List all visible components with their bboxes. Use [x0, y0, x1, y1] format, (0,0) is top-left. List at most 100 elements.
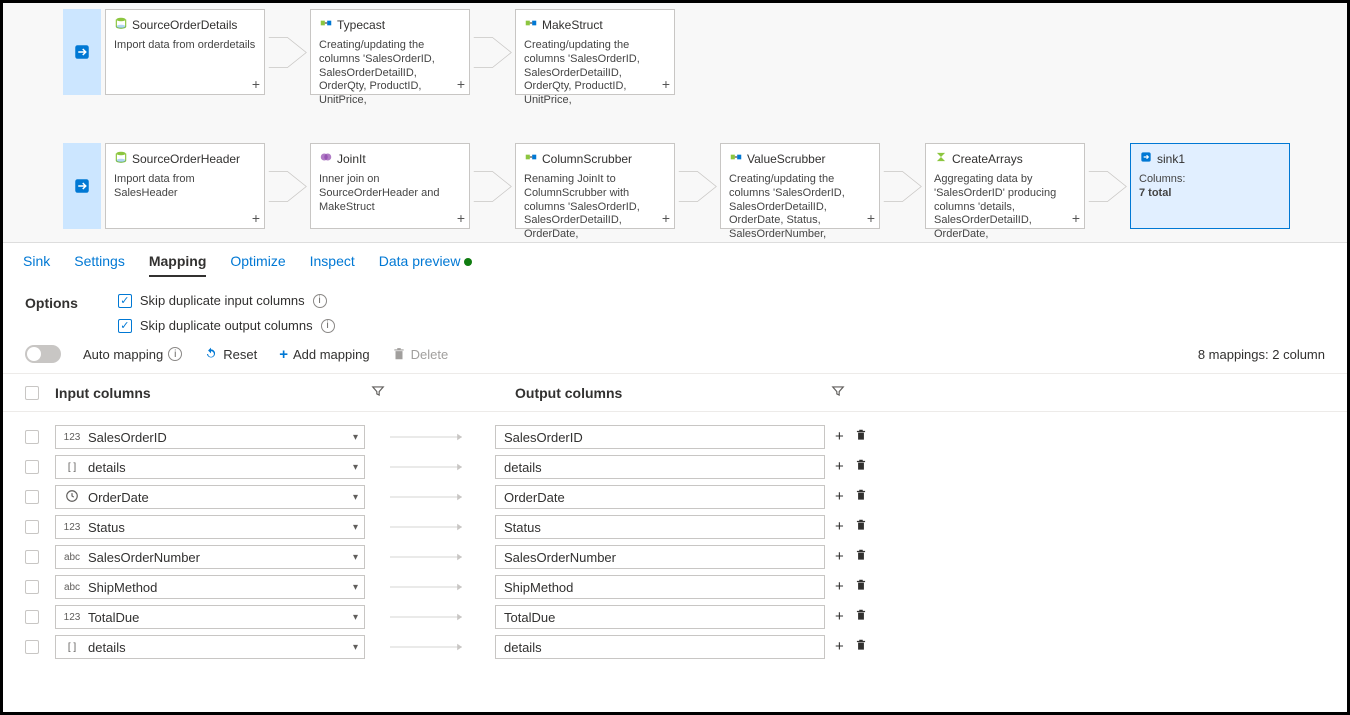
output-column-value: SalesOrderNumber — [504, 550, 616, 565]
output-column-input[interactable]: ShipMethod — [495, 575, 825, 599]
tab-mapping[interactable]: Mapping — [149, 253, 207, 277]
trash-icon — [854, 458, 868, 472]
tab-optimize[interactable]: Optimize — [230, 253, 285, 277]
output-column-input[interactable]: Status — [495, 515, 825, 539]
row-checkbox[interactable] — [25, 580, 39, 594]
tab-sink[interactable]: Sink — [23, 253, 50, 277]
row-checkbox[interactable] — [25, 490, 39, 504]
add-step-button[interactable]: + — [252, 76, 260, 92]
add-step-button[interactable]: + — [1072, 210, 1080, 226]
delete-button[interactable]: Delete — [392, 347, 449, 362]
row-checkbox[interactable] — [25, 520, 39, 534]
flow-node-CreateArrays[interactable]: CreateArraysAggregating data by 'SalesOr… — [925, 143, 1085, 229]
row-checkbox[interactable] — [25, 460, 39, 474]
input-columns-header: Input columns — [55, 385, 151, 401]
input-column-select[interactable]: OrderDate▾ — [55, 485, 365, 509]
delete-row-button[interactable] — [854, 608, 868, 626]
add-row-button[interactable]: + — [835, 638, 844, 656]
flow-connector — [675, 143, 720, 229]
flow-node-Typecast[interactable]: TypecastCreating/updating the columns 'S… — [310, 9, 470, 95]
add-mapping-button[interactable]: + Add mapping — [279, 346, 369, 363]
tab-inspect[interactable]: Inspect — [310, 253, 355, 277]
skip-dup-output-checkbox[interactable]: ✓ Skip duplicate output columns i — [118, 318, 335, 333]
add-step-button[interactable]: + — [662, 76, 670, 92]
node-description: Inner join on SourceOrderHeader and Make… — [319, 173, 461, 214]
output-column-input[interactable]: TotalDue — [495, 605, 825, 629]
output-column-input[interactable]: OrderDate — [495, 485, 825, 509]
add-step-button[interactable]: + — [252, 210, 260, 226]
settings-tabbar: Sink Settings Mapping Optimize Inspect Data p… — [3, 243, 1347, 277]
add-step-button[interactable]: + — [457, 76, 465, 92]
output-column-input[interactable]: SalesOrderNumber — [495, 545, 825, 569]
output-column-value: OrderDate — [504, 490, 565, 505]
input-column-select[interactable]: [ ]details▾ — [55, 455, 365, 479]
info-icon[interactable]: i — [168, 347, 182, 361]
filter-icon[interactable] — [831, 384, 845, 401]
datatype-icon: abc — [62, 582, 82, 593]
add-step-button[interactable]: + — [457, 210, 465, 226]
node-description: Import data from SalesHeader — [114, 173, 256, 201]
mapping-row: 123SalesOrderID▾ SalesOrderID + — [25, 422, 1325, 452]
delete-row-button[interactable] — [854, 428, 868, 446]
input-column-select[interactable]: 123TotalDue▾ — [55, 605, 365, 629]
add-row-button[interactable]: + — [835, 548, 844, 566]
output-column-value: Status — [504, 520, 541, 535]
row-checkbox[interactable] — [25, 430, 39, 444]
select-all-checkbox[interactable] — [25, 386, 39, 400]
tab-data-preview[interactable]: Data preview — [379, 253, 473, 277]
row-checkbox[interactable] — [25, 550, 39, 564]
flow-node-SourceOrderDetails[interactable]: SourceOrderDetailsImport data from order… — [105, 9, 265, 95]
delete-row-button[interactable] — [854, 578, 868, 596]
chevron-down-icon: ▾ — [353, 612, 358, 623]
add-row-button[interactable]: + — [835, 518, 844, 536]
delete-row-button[interactable] — [854, 548, 868, 566]
filter-icon[interactable] — [371, 384, 385, 401]
derive-icon — [729, 150, 743, 167]
chevron-down-icon: ▾ — [353, 462, 358, 473]
auto-mapping-toggle[interactable] — [25, 345, 61, 363]
dataflow-canvas[interactable]: SourceOrderDetailsImport data from order… — [3, 3, 1347, 243]
output-column-input[interactable]: details — [495, 635, 825, 659]
add-row-button[interactable]: + — [835, 428, 844, 446]
flow-node-SourceOrderHeader[interactable]: SourceOrderHeaderImport data from SalesH… — [105, 143, 265, 229]
add-step-button[interactable]: + — [867, 210, 875, 226]
row-checkbox[interactable] — [25, 640, 39, 654]
add-step-button[interactable]: + — [662, 210, 670, 226]
output-column-input[interactable]: SalesOrderID — [495, 425, 825, 449]
delete-row-button[interactable] — [854, 518, 868, 536]
add-row-button[interactable]: + — [835, 458, 844, 476]
flow-node-ValueScrubber[interactable]: ValueScrubberCreating/updating the colum… — [720, 143, 880, 229]
delete-row-button[interactable] — [854, 488, 868, 506]
info-icon[interactable]: i — [313, 294, 327, 308]
mapping-rows: 123SalesOrderID▾ SalesOrderID + [ ]details▾… — [3, 412, 1347, 672]
input-column-select[interactable]: 123SalesOrderID▾ — [55, 425, 365, 449]
skip-dup-input-checkbox[interactable]: ✓ Skip duplicate input columns i — [118, 293, 335, 308]
output-column-input[interactable]: details — [495, 455, 825, 479]
add-row-button[interactable]: + — [835, 578, 844, 596]
delete-row-button[interactable] — [854, 638, 868, 656]
reset-icon — [204, 347, 218, 361]
mapping-arrow — [365, 432, 495, 442]
info-icon[interactable]: i — [321, 319, 335, 333]
tab-settings[interactable]: Settings — [74, 253, 125, 277]
flow-connector — [880, 143, 925, 229]
chevron-down-icon: ▾ — [353, 522, 358, 533]
add-row-button[interactable]: + — [835, 608, 844, 626]
input-column-select[interactable]: [ ]details▾ — [55, 635, 365, 659]
add-row-button[interactable]: + — [835, 488, 844, 506]
flow-node-ColumnScrubber[interactable]: ColumnScrubberRenaming JoinIt to ColumnS… — [515, 143, 675, 229]
flow-node-JoinIt[interactable]: JoinItInner join on SourceOrderHeader an… — [310, 143, 470, 229]
input-column-select[interactable]: 123Status▾ — [55, 515, 365, 539]
input-column-select[interactable]: abcSalesOrderNumber▾ — [55, 545, 365, 569]
mapping-arrow — [365, 462, 495, 472]
input-column-select[interactable]: abcShipMethod▾ — [55, 575, 365, 599]
flow-node-sink1[interactable]: sink1Columns:7 total — [1130, 143, 1290, 229]
row-checkbox[interactable] — [25, 610, 39, 624]
node-title: CreateArrays — [952, 152, 1023, 166]
plus-icon: + — [279, 346, 288, 363]
datatype-icon — [62, 489, 82, 506]
flow-node-MakeStruct[interactable]: MakeStructCreating/updating the columns … — [515, 9, 675, 95]
source-icon — [114, 16, 128, 33]
reset-button[interactable]: Reset — [204, 347, 257, 362]
delete-row-button[interactable] — [854, 458, 868, 476]
